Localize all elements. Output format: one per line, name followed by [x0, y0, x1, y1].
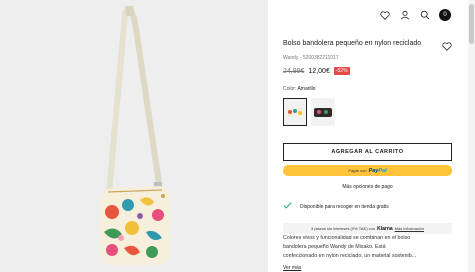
color-value: Amarillo — [297, 86, 316, 92]
old-price: 24,99€ — [283, 67, 305, 75]
store-availability: Disponible para recoger en tienda gratis — [283, 202, 389, 211]
scrollbar[interactable] — [468, 0, 475, 272]
klarna-info-link[interactable]: Más información — [395, 226, 424, 231]
description-line: confeccionado en nylon reciclado, un mat… — [283, 253, 417, 259]
scrollbar-thumb[interactable] — [469, 4, 474, 44]
wishlist-heart-icon[interactable] — [442, 38, 452, 56]
color-swatch-alt[interactable] — [311, 98, 335, 126]
discount-badge: -52% — [333, 67, 350, 75]
price-block: 24,99€ 12,00€ -52% — [283, 67, 350, 75]
add-to-cart-button[interactable]: AGREGAR AL CARRITO — [283, 143, 452, 161]
bag-icon[interactable]: 0 — [439, 9, 451, 21]
swatch-thumbnail — [314, 108, 332, 117]
check-icon — [283, 202, 292, 211]
user-icon[interactable] — [399, 9, 411, 21]
product-title: Bolso bandolera pequeño en nylon recicla… — [283, 40, 422, 47]
klarna-text: 3 plazos sin intereses (0% TAE) con — [310, 226, 376, 231]
klarna-banner: 3 plazos sin intereses (0% TAE) con Klar… — [283, 223, 452, 234]
header-icons: 0 — [379, 9, 451, 21]
see-more-link[interactable]: Ver más — [283, 265, 301, 271]
paypal-prefix: Pagar con — [348, 168, 367, 173]
product-image — [99, 6, 170, 265]
product-image-gallery[interactable] — [0, 0, 268, 272]
paypal-button[interactable]: Pagar con PayPal — [283, 165, 452, 176]
color-swatch-selected[interactable] — [283, 98, 307, 126]
search-icon[interactable] — [419, 9, 431, 21]
sale-price: 12,00€ — [308, 67, 330, 75]
description-line: bandolera pequeño Wandy de Misako. Está — [283, 244, 386, 250]
more-payment-options-link[interactable]: Más opciones de pago — [283, 184, 452, 190]
description-line: Colores vivos y funcionalidad se combina… — [283, 235, 411, 241]
paypal-logo: PayPal — [368, 167, 387, 174]
color-label-prefix: Color: — [283, 86, 297, 92]
klarna-logo: Klarna — [377, 225, 393, 232]
product-description: Colores vivos y funcionalidad se combina… — [283, 234, 453, 261]
product-sku: Wandy - 5200382211017 — [283, 55, 339, 61]
color-label: Color: Amarillo — [283, 86, 316, 92]
heart-icon[interactable] — [379, 9, 391, 21]
availability-text: Disponible para recoger en tienda gratis — [300, 203, 389, 210]
swatch-thumbnail — [286, 108, 304, 117]
